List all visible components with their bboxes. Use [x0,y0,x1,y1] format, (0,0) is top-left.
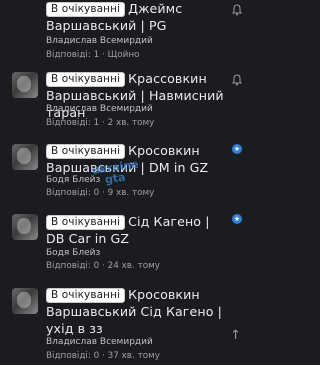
status-badge: В очікуванні [46,72,126,87]
thread-title[interactable]: В очікуванні Кросовкин Варшавський | DM i… [46,142,230,176]
thread-meta: Відповіді: 0 · 37 хв. тому [46,351,160,361]
thread-author[interactable]: Бодя Блейз [46,248,100,258]
thread-meta: Відповіді: 0 · 24 хв. тому [46,261,160,271]
status-badge: В очікуванні [46,2,126,17]
bell-icon[interactable] [232,4,242,16]
status-badge: В очікуванні [46,215,126,230]
thread-title[interactable]: В очікуванні Кросовкин Варшавський Сід Ка… [46,286,230,337]
avatar[interactable] [12,214,38,240]
thread-author[interactable]: Владислав Всемирдий [46,36,153,46]
thread-title[interactable]: В очікуванні Сід Кагено | DB Car in GZ [46,213,230,247]
thread-author[interactable]: Владислав Всемирдий [46,104,153,114]
arrow-up-icon[interactable]: ↑ [230,328,241,343]
bell-icon[interactable] [232,74,242,86]
thread-author[interactable]: Бодя Блейз [46,175,100,185]
pin-icon[interactable]: ★ [232,214,242,224]
thread-title[interactable]: В очікуванні Джеймс Варшавський | PG [46,0,230,34]
avatar[interactable] [12,288,38,314]
avatar[interactable] [12,144,38,170]
status-badge: В очікуванні [46,288,126,303]
thread-author[interactable]: Владислав Всемирдий [46,337,153,347]
status-badge: В очікуванні [46,144,126,159]
thread-meta: Відповіді: 0 · 9 хв. тому [46,188,155,198]
pin-icon[interactable]: ★ [232,144,242,154]
avatar[interactable] [12,72,38,98]
thread-meta: Відповіді: 1 · 2 хв. тому [46,118,155,128]
thread-meta: Відповіді: 1 · Щойно [46,50,140,60]
